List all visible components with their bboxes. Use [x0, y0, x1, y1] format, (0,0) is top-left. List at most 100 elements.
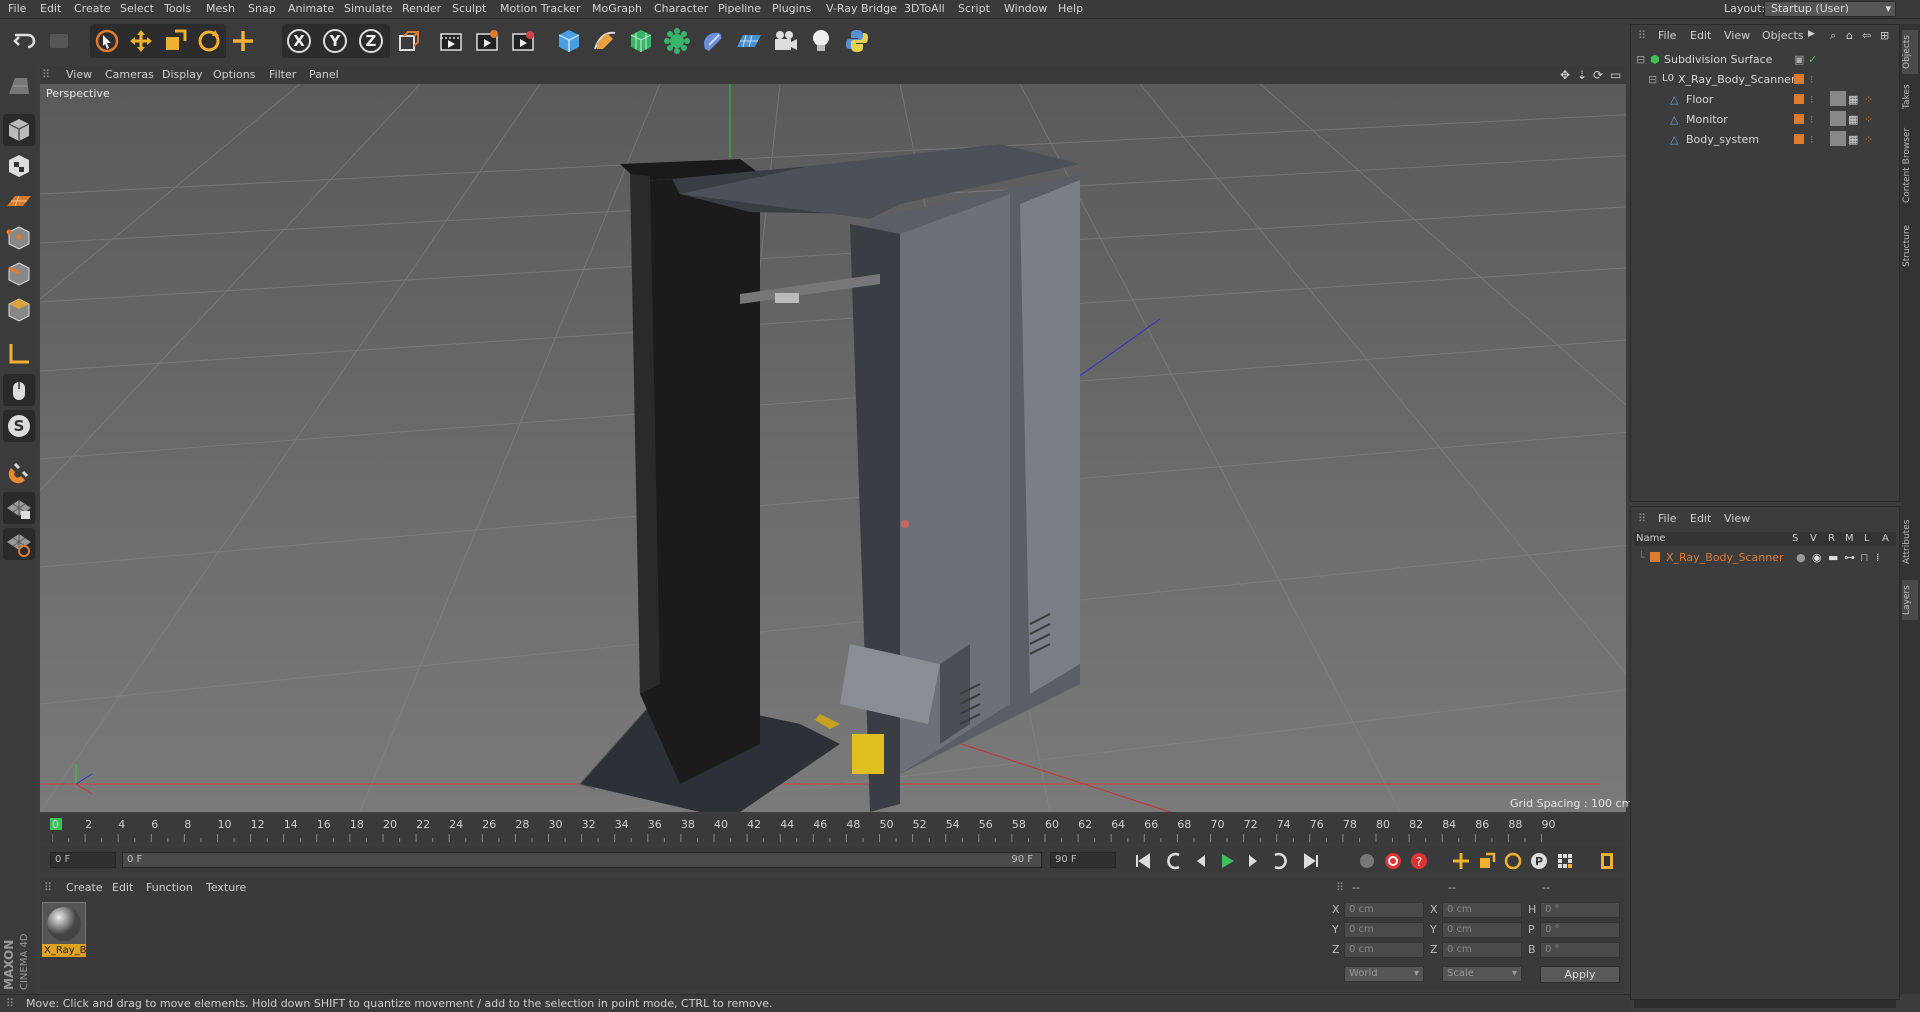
menu-help[interactable]: Help: [1058, 2, 1083, 15]
object-name[interactable]: Subdivision Surface: [1664, 53, 1772, 66]
layer-color-swatch[interactable]: [1794, 114, 1804, 124]
menu-character[interactable]: Character: [654, 2, 708, 15]
visibility-dots-icon[interactable]: ⁝: [1810, 113, 1814, 126]
object-row-body-system[interactable]: △ Body_system ⁝ ▦ ⁘: [1632, 130, 1898, 149]
uvw-tag-icon[interactable]: ▦: [1848, 133, 1858, 146]
y-axis-lock-button[interactable]: Y: [318, 24, 352, 58]
object-row-floor[interactable]: △ Floor ⁝ ▦ ⁘: [1632, 90, 1898, 109]
layer-color-swatch[interactable]: [1794, 134, 1804, 144]
frame-range-slider[interactable]: 0 F 90 F: [122, 852, 1042, 868]
lock-toggle-icon[interactable]: ⊓: [1860, 551, 1869, 564]
selection-tag-icon[interactable]: ⁘: [1864, 93, 1873, 106]
solo-toggle-icon[interactable]: ●: [1796, 551, 1806, 564]
key-scale-button[interactable]: [1476, 850, 1498, 872]
render-picture-viewer-button[interactable]: [470, 24, 504, 58]
tab-takes[interactable]: Takes: [1902, 80, 1918, 114]
viewport-zoom-icon[interactable]: ⇣: [1577, 68, 1587, 82]
menu-mograph[interactable]: MoGraph: [592, 2, 642, 15]
viewport-maximize-icon[interactable]: ▭: [1610, 68, 1621, 82]
size-x-field[interactable]: 0 cm: [1442, 902, 1522, 918]
magnet-button[interactable]: [3, 456, 35, 488]
layer-menu-view[interactable]: View: [1724, 512, 1750, 525]
viewport-menu-options[interactable]: Options: [213, 68, 255, 81]
material-tag-icon[interactable]: [1830, 111, 1846, 126]
menu-pipeline[interactable]: Pipeline: [718, 2, 761, 15]
play-button[interactable]: [1216, 850, 1238, 872]
layer-color-swatch[interactable]: [1794, 94, 1804, 104]
go-to-start-button[interactable]: [1132, 850, 1154, 872]
menu-snap[interactable]: Snap: [248, 2, 276, 15]
layer-menu-edit[interactable]: Edit: [1690, 512, 1711, 525]
menu-3dtoall[interactable]: 3DToAll: [904, 2, 945, 15]
viewport-menu-display[interactable]: Display: [162, 68, 203, 81]
uvw-tag-icon[interactable]: ▦: [1848, 93, 1858, 106]
camera-button[interactable]: [768, 24, 802, 58]
undo-button[interactable]: [8, 24, 42, 58]
end-frame-field[interactable]: 90 F: [1050, 852, 1116, 868]
z-axis-lock-button[interactable]: Z: [354, 24, 388, 58]
layer-row-x-ray-body-scanner[interactable]: └ X_Ray_Body_Scanner ● ◉ ▬ ⊶ ⊓ ⁞: [1632, 548, 1898, 567]
grid-snap-button[interactable]: [3, 528, 35, 560]
model-mode-button[interactable]: [3, 114, 35, 146]
layer-menu-file[interactable]: File: [1658, 512, 1676, 525]
object-menu-objects[interactable]: Objects: [1762, 29, 1804, 42]
layer-color-swatch[interactable]: [1794, 74, 1804, 84]
position-x-field[interactable]: 0 cm: [1344, 902, 1424, 918]
object-menu-view[interactable]: View: [1724, 29, 1750, 42]
selection-tag-icon[interactable]: ⁘: [1864, 113, 1873, 126]
menu-animate[interactable]: Animate: [288, 2, 334, 15]
layer-color-swatch[interactable]: [1650, 552, 1660, 562]
animation-toggle-icon[interactable]: ⁞: [1876, 551, 1880, 564]
expand-icon[interactable]: ⊟: [1648, 73, 1657, 86]
object-name[interactable]: Monitor: [1686, 113, 1728, 126]
new-window-icon[interactable]: ⊞: [1880, 29, 1889, 42]
previous-key-button[interactable]: [1164, 850, 1186, 872]
move-button[interactable]: [124, 24, 158, 58]
render-toggle-icon[interactable]: ▬: [1828, 551, 1838, 564]
object-menu-file[interactable]: File: [1658, 29, 1676, 42]
next-frame-button[interactable]: [1242, 850, 1264, 872]
redo-button[interactable]: [42, 24, 76, 58]
menu-motion-tracker[interactable]: Motion Tracker: [500, 2, 580, 15]
uvw-tag-icon[interactable]: ▦: [1848, 113, 1858, 126]
record-active-button[interactable]: [1356, 850, 1378, 872]
menu-mesh[interactable]: Mesh: [206, 2, 235, 15]
size-mode-dropdown[interactable]: Scale ▾: [1442, 966, 1522, 982]
object-row-monitor[interactable]: △ Monitor ⁝ ▦ ⁘: [1632, 110, 1898, 129]
enable-axis-button[interactable]: [3, 338, 35, 370]
world-coordinates-button[interactable]: [392, 24, 426, 58]
manager-toggle-icon[interactable]: ⊶: [1844, 551, 1855, 564]
timeline-layout-button[interactable]: [1596, 850, 1618, 872]
texture-mode-button[interactable]: [3, 150, 35, 182]
keyframe-selection-button[interactable]: ?: [1408, 850, 1430, 872]
menu-select[interactable]: Select: [120, 2, 154, 15]
object-menu-edit[interactable]: Edit: [1690, 29, 1711, 42]
object-name[interactable]: X_Ray_Body_Scanner: [1678, 73, 1795, 86]
menu-edit[interactable]: Edit: [40, 2, 61, 15]
deformer-button[interactable]: [696, 24, 730, 58]
object-row-x-ray-body-scanner[interactable]: ⊟ L0 X_Ray_Body_Scanner ⁝: [1632, 70, 1898, 89]
coordinate-system-dropdown[interactable]: World ▾: [1344, 966, 1424, 982]
floor-button[interactable]: [732, 24, 766, 58]
polygons-mode-button[interactable]: [3, 294, 35, 326]
viewport-menu-cameras[interactable]: Cameras: [105, 68, 154, 81]
object-row-subdivision-surface[interactable]: ⊟ ⬢ Subdivision Surface ▣ ✓: [1632, 50, 1898, 69]
make-editable-button[interactable]: [3, 70, 35, 102]
menu-create[interactable]: Create: [74, 2, 111, 15]
material-tag-icon[interactable]: [1830, 131, 1846, 146]
apply-button[interactable]: Apply: [1540, 966, 1620, 983]
scale-button[interactable]: [158, 24, 192, 58]
points-mode-button[interactable]: [3, 222, 35, 254]
search-icon[interactable]: ⌕: [1830, 29, 1836, 43]
layer-name[interactable]: X_Ray_Body_Scanner: [1666, 551, 1783, 564]
expand-icon[interactable]: ⊟: [1636, 53, 1645, 66]
rotate-button[interactable]: [192, 24, 226, 58]
menu-vray-bridge[interactable]: V-Ray Bridge: [826, 2, 897, 15]
menu-file[interactable]: File: [8, 2, 26, 15]
tab-structure[interactable]: Structure: [1902, 216, 1918, 276]
object-name[interactable]: Floor: [1686, 93, 1713, 106]
material-tag-icon[interactable]: [1830, 91, 1846, 106]
material-menu-edit[interactable]: Edit: [112, 881, 133, 894]
tab-objects[interactable]: Objects: [1902, 30, 1918, 74]
render-view-button[interactable]: [434, 24, 468, 58]
